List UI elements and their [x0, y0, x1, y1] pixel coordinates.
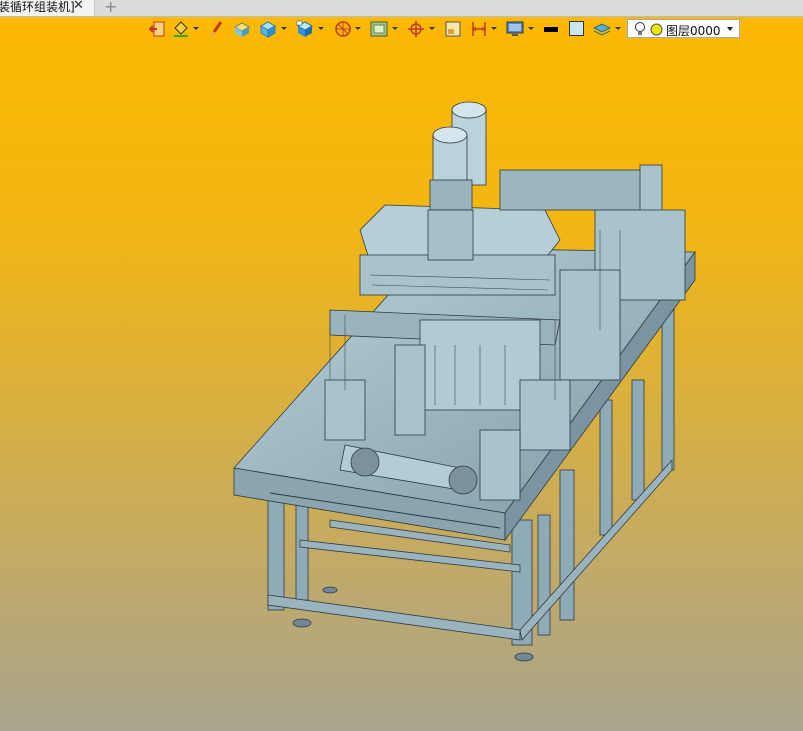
add-tab-icon[interactable]: + [104, 0, 117, 16]
solid-icon[interactable] [233, 20, 251, 38]
sphere-wire-icon[interactable] [334, 20, 352, 38]
layer-dropdown[interactable]: 图层0000 [627, 19, 740, 38]
layer-color-dot-icon[interactable] [650, 23, 663, 36]
exit-icon[interactable] [149, 20, 165, 38]
image-frame-icon[interactable] [370, 20, 388, 38]
document-tab-title: 装循环组装机] [0, 0, 75, 14]
monitor-icon[interactable] [506, 20, 524, 38]
line-color-swatch[interactable] [544, 20, 558, 38]
dimension-icon[interactable] [470, 20, 488, 38]
layer-label: 图层0000 [666, 24, 721, 38]
paint-bucket-icon[interactable] [172, 20, 190, 38]
machine-model[interactable] [233, 101, 696, 662]
layers-icon[interactable] [593, 20, 611, 38]
brush-icon[interactable] [210, 20, 224, 38]
shaded-box-icon[interactable] [296, 20, 314, 38]
fill-color-swatch[interactable] [569, 20, 585, 38]
lightbulb-icon[interactable] [634, 21, 646, 37]
region-icon[interactable] [444, 20, 462, 38]
document-tab[interactable]: 装循环组装机] ✕ [0, 0, 95, 16]
3d-viewport[interactable] [0, 42, 803, 731]
target-icon[interactable] [407, 20, 425, 38]
chevron-down-icon[interactable] [727, 27, 733, 31]
tab-bar: 装循环组装机] ✕ + [0, 0, 803, 17]
box-icon[interactable] [259, 20, 277, 38]
close-icon[interactable]: ✕ [73, 0, 84, 13]
